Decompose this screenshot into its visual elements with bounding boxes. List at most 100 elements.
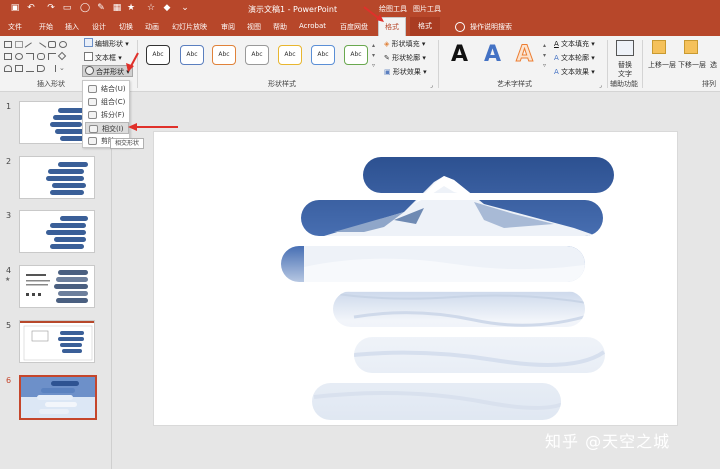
text-fill-button[interactable]: A 文本填充 ▾ (554, 38, 595, 50)
fragment-icon (88, 111, 97, 119)
slide-number: 3 (6, 211, 12, 220)
style-preset-1[interactable]: Abc (146, 45, 170, 65)
corner-shape-icon[interactable] (26, 53, 34, 60)
rect3-shape-icon[interactable] (15, 65, 23, 72)
tab-file[interactable]: 文件 (8, 22, 22, 32)
diamond-shape-icon[interactable] (57, 51, 67, 61)
text-outline-icon: A (554, 54, 559, 62)
image-icon[interactable]: ▦ (112, 3, 122, 14)
union-icon (88, 85, 97, 93)
wordart-more[interactable]: ▿ (543, 60, 546, 72)
slide-thumbnail-3[interactable] (19, 210, 95, 253)
menu-item-combine[interactable]: 组合(C) (85, 96, 129, 108)
tab-help[interactable]: 帮助 (273, 22, 287, 32)
tab-insert[interactable]: 插入 (65, 22, 79, 32)
star-icon[interactable]: ★ (126, 3, 136, 14)
shape-effects-button[interactable]: ▣ 形状效果 ▾ (384, 66, 427, 78)
slide-number: 1 (6, 102, 12, 111)
effects-icon: ▣ (384, 68, 391, 76)
alt-text-label-2[interactable]: 文字 (618, 69, 632, 79)
wordart-orange-icon[interactable]: A (515, 42, 533, 68)
customize-qat-icon[interactable]: ⌄ (180, 3, 190, 14)
line2-shape-icon[interactable] (35, 42, 47, 53)
brace-shape-icon[interactable] (48, 65, 56, 72)
text-effects-icon: A (554, 68, 559, 76)
style-preset-7[interactable]: Abc (344, 45, 368, 65)
tell-me-search[interactable]: 操作说明搜索 (470, 22, 512, 32)
tab-acrobat[interactable]: Acrobat (299, 22, 326, 30)
bring-forward-icon[interactable] (652, 40, 666, 54)
bring-forward-button[interactable]: 上移一层 (648, 60, 676, 70)
arc-shape-icon[interactable] (4, 65, 12, 72)
rounded2-shape-icon[interactable] (37, 53, 45, 60)
tab-view[interactable]: 视图 (247, 22, 261, 32)
slide-thumbnail-6[interactable] (19, 375, 97, 420)
tab-design[interactable]: 设计 (92, 22, 106, 32)
tab-baidu-netdisk[interactable]: 百度网盘 (340, 22, 368, 32)
style-preset-3[interactable]: Abc (212, 45, 236, 65)
menu-item-union[interactable]: 结合(U) (85, 83, 129, 95)
pill-strips (281, 157, 614, 420)
redo-icon[interactable]: ↷ (46, 3, 56, 14)
style-preset-6[interactable]: Abc (311, 45, 335, 65)
rect2-shape-icon[interactable] (4, 53, 12, 60)
slideshow-icon[interactable]: ▭ (62, 3, 72, 14)
insert-shapes-group-label: 插入形状 (37, 80, 65, 88)
wordart-blue-icon[interactable]: A (484, 42, 501, 68)
styles-more[interactable]: ▿ (372, 60, 375, 72)
title-bar: ▣ ↶ ↷ ▭ ◯ ✎ ▦ ★ ☆ ◆ ⌄ 演示文稿1 - PowerPoint… (0, 0, 720, 18)
tab-drawing-format[interactable]: 格式 (378, 17, 406, 36)
tab-picture-format[interactable]: 格式 (410, 17, 440, 36)
slide-thumbnail-2[interactable] (19, 156, 95, 199)
merge-shapes-button[interactable]: 合并形状 ▾ (82, 65, 133, 77)
group-separator (438, 40, 439, 88)
wordart-launcher-icon[interactable]: ⌟ (599, 82, 602, 89)
intersected-mountain-picture[interactable] (154, 132, 679, 427)
context-group-drawing-tools: 绘图工具 (379, 5, 407, 13)
rect-shape-icon[interactable] (4, 41, 12, 48)
slide-number: 6 (6, 376, 12, 385)
text-effects-button[interactable]: A 文本效果 ▾ (554, 66, 595, 78)
rounded-rect-shape-icon[interactable] (48, 41, 56, 48)
shape-outline-button[interactable]: ✎ 形状轮廓 ▾ (384, 52, 426, 64)
tab-home[interactable]: 开始 (39, 22, 53, 32)
shape-fill-button[interactable]: ◈ 形状填充 ▾ (384, 38, 425, 50)
underline-shape-icon[interactable] (26, 65, 34, 72)
send-backward-icon[interactable] (684, 40, 698, 54)
menu-item-intersect[interactable]: 相交(I) (85, 122, 129, 134)
line-shape-icon[interactable] (24, 42, 36, 53)
slide-thumbnail-4[interactable] (19, 265, 95, 308)
oval-shape-icon[interactable] (59, 41, 67, 48)
style-preset-2[interactable]: Abc (180, 45, 204, 65)
text-box-button[interactable]: 文本框 ▾ (84, 52, 122, 64)
circle-shape-icon[interactable] (15, 53, 23, 60)
textbox-shape-icon[interactable] (15, 41, 23, 48)
tab-review[interactable]: 审阅 (221, 22, 235, 32)
shape-icon[interactable]: ◯ (80, 3, 90, 14)
star-outline-icon[interactable]: ☆ (146, 3, 156, 14)
text-outline-button[interactable]: A 文本轮廓 ▾ (554, 52, 595, 64)
tab-animations[interactable]: 动画 (145, 22, 159, 32)
menu-item-fragment[interactable]: 拆分(F) (85, 109, 129, 121)
elbow-shape-icon[interactable] (48, 53, 56, 60)
slide-thumbnail-5[interactable] (19, 320, 95, 363)
shape-styles-launcher-icon[interactable]: ⌟ (430, 82, 433, 89)
style-preset-4[interactable]: Abc (245, 45, 269, 65)
intersect-icon (89, 125, 98, 133)
selection-pane-button[interactable]: 选 (710, 60, 717, 70)
save-icon[interactable]: ▣ (10, 3, 20, 14)
slide-thumbnail-pane: 1 2 3 4 ★ 5 6 (0, 92, 112, 469)
bracket-shape-icon[interactable] (37, 65, 45, 72)
arrange-group-label: 排列 (702, 80, 716, 88)
send-backward-button[interactable]: 下移一层 (678, 60, 706, 70)
shapes-icon[interactable]: ◆ (162, 3, 172, 14)
format-painter-icon[interactable]: ✎ (96, 3, 106, 14)
alt-text-icon[interactable] (616, 40, 634, 56)
slide-canvas[interactable] (153, 131, 678, 426)
tab-transitions[interactable]: 切换 (119, 22, 133, 32)
style-preset-5[interactable]: Abc (278, 45, 302, 65)
undo-icon[interactable]: ↶ (26, 3, 36, 14)
tab-slideshow[interactable]: 幻灯片放映 (172, 22, 207, 32)
wordart-black-icon[interactable]: A (451, 42, 468, 68)
edit-shape-button[interactable]: 编辑形状 ▾ (84, 38, 129, 50)
